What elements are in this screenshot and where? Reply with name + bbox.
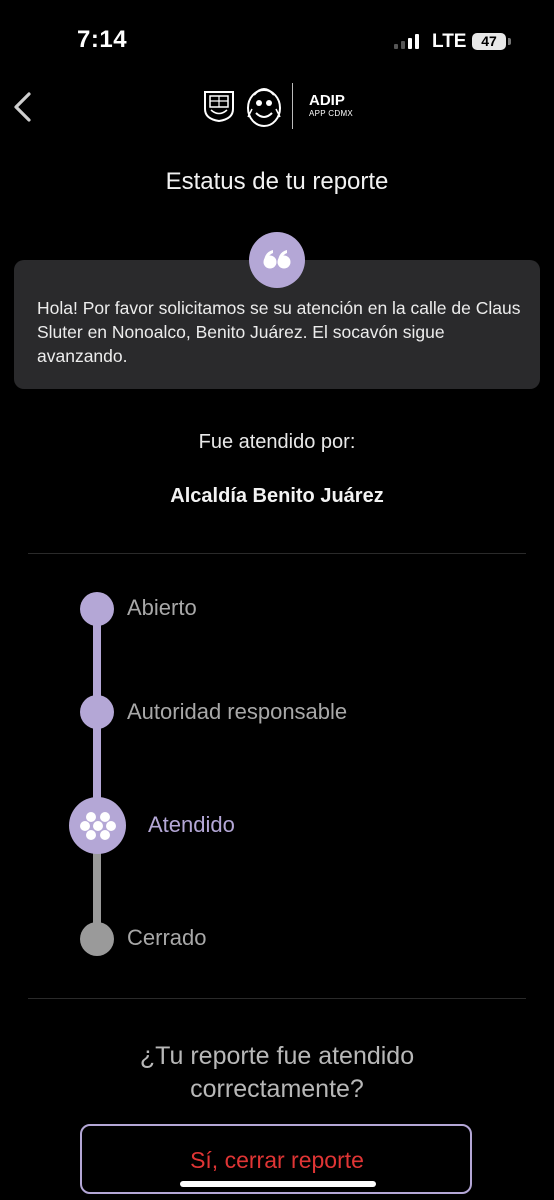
back-button[interactable] bbox=[10, 90, 36, 124]
timeline-step-autoridad: Autoridad responsable bbox=[127, 699, 348, 724]
timeline-step-abierto: Abierto bbox=[127, 595, 197, 620]
battery-tip bbox=[508, 38, 511, 45]
timeline-dot-abierto bbox=[80, 592, 114, 626]
timeline-dot-cerrado bbox=[80, 922, 114, 956]
handled-by-value: Alcaldía Benito Juárez bbox=[170, 485, 384, 507]
header-logos: ADIP APP CDMX bbox=[202, 81, 353, 131]
feedback-question: ¿Tu reporte fue atendido correctamente? bbox=[139, 1042, 415, 1103]
timeline-dot-atendido bbox=[69, 797, 126, 854]
home-indicator[interactable] bbox=[180, 1181, 376, 1187]
timeline-dot-autoridad bbox=[80, 695, 114, 729]
flower-icon bbox=[79, 811, 116, 840]
close-report-label[interactable]: Sí, cerrar reporte bbox=[0, 1147, 554, 1174]
cdmx-seal-icon bbox=[247, 88, 281, 127]
divider bbox=[28, 998, 526, 999]
quote-badge bbox=[249, 232, 305, 288]
signal-icon bbox=[394, 33, 419, 49]
quote-icon bbox=[263, 250, 291, 269]
logo-divider bbox=[292, 83, 293, 129]
chevron-left-icon bbox=[14, 92, 31, 122]
divider bbox=[28, 553, 526, 554]
handled-by-label: Fue atendido por: bbox=[198, 431, 356, 453]
battery-icon: 47 bbox=[472, 33, 506, 50]
page-title: Estatus de tu reporte bbox=[165, 168, 389, 195]
report-message: Hola! Por favor solicitamos se su atenci… bbox=[37, 298, 521, 366]
status-time: 7:14 bbox=[77, 26, 128, 53]
org-block: ADIP APP CDMX bbox=[309, 93, 353, 119]
org-subtitle: APP CDMX bbox=[309, 109, 354, 118]
cdmx-crest-icon bbox=[204, 91, 234, 123]
network-type: LTE bbox=[432, 31, 467, 52]
timeline-step-cerrado: Cerrado bbox=[127, 925, 207, 950]
timeline-step-atendido: Atendido bbox=[148, 812, 235, 837]
org-name: ADIP bbox=[309, 92, 345, 109]
